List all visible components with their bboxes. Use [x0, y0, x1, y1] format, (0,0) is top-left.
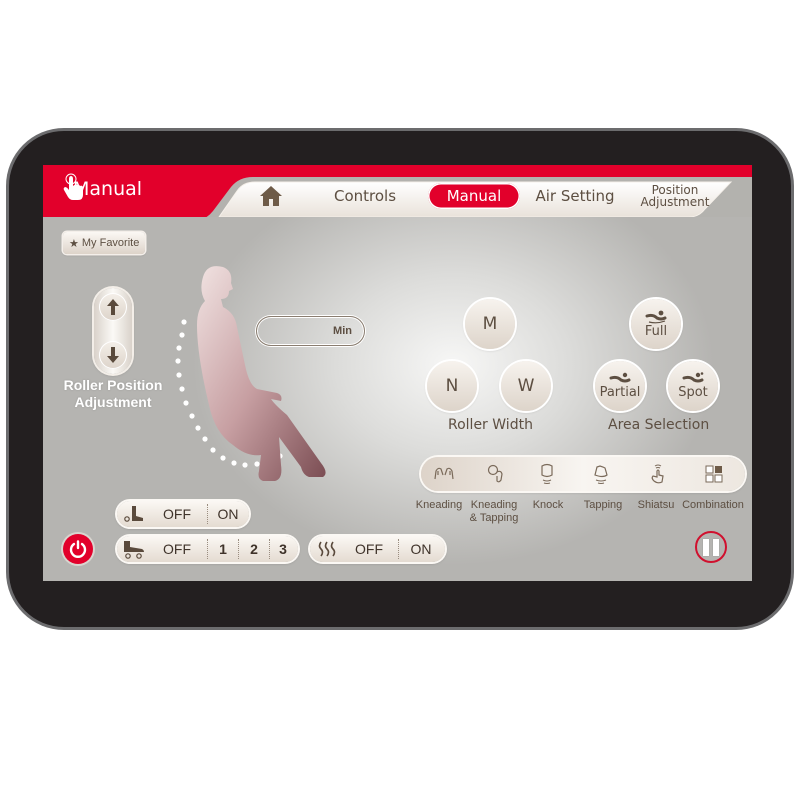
star-icon: ★: [69, 237, 79, 250]
pause-button[interactable]: [695, 531, 727, 563]
roller-width-label: Roller Width: [448, 417, 533, 433]
foot-roller-icon: [121, 538, 147, 560]
home-button[interactable]: [259, 185, 283, 207]
partial-body-icon: [609, 372, 631, 383]
hand-touch-icon: [63, 173, 83, 200]
page-title: Manual: [63, 173, 142, 205]
calf-roller-off[interactable]: OFF: [147, 504, 207, 524]
tapping-hand-icon: [594, 465, 608, 484]
heat-off[interactable]: OFF: [340, 539, 398, 559]
heat-on[interactable]: ON: [399, 539, 443, 559]
body-figure-illustration: [175, 266, 326, 481]
tab-position-label-line2: Adjustment: [640, 195, 710, 209]
technique-tapping-button[interactable]: [588, 462, 614, 486]
area-spot-label: Spot: [678, 385, 708, 400]
roller-position-label-line2: Adjustment: [74, 394, 152, 410]
kneading-hands-icon: [434, 467, 454, 480]
technique-kneading-tapping-label: Kneading & Tapping: [467, 499, 521, 525]
roller-width-m-button[interactable]: M: [465, 299, 515, 349]
screen: Manual Controls Manual Air Setting Posit…: [43, 165, 752, 581]
roller-width-m-label: M: [482, 314, 498, 334]
roller-width-w-label: W: [517, 376, 535, 396]
finger-press-icon: [651, 464, 664, 484]
roller-width-n-button[interactable]: N: [427, 361, 477, 411]
calf-roller-toggle: OFF ON: [117, 501, 249, 527]
calf-boot-icon: [121, 503, 147, 525]
tab-air-setting[interactable]: Air Setting: [533, 183, 617, 209]
tab-position-adjustment[interactable]: Position Adjustment: [630, 183, 720, 209]
spot-body-icon: [682, 372, 704, 383]
technique-combination-label: Combination: [682, 499, 744, 511]
tab-air-setting-label: Air Setting: [535, 187, 615, 205]
technique-shiatsu-button[interactable]: [645, 462, 671, 486]
my-favorite-button[interactable]: ★ My Favorite: [63, 232, 146, 254]
area-full-label: Full: [644, 324, 668, 339]
technique-kneading-button[interactable]: [431, 462, 457, 486]
area-full-button[interactable]: Full: [631, 299, 681, 349]
my-favorite-label: My Favorite: [81, 237, 140, 249]
area-partial-label: Partial: [599, 385, 641, 400]
foot-roller-level-3[interactable]: 3: [270, 539, 296, 559]
top-bar: Manual Controls Manual Air Setting Posit…: [43, 165, 752, 217]
tab-controls-label: Controls: [333, 187, 397, 205]
roller-position-control: [94, 288, 132, 374]
technique-knock-label: Knock: [532, 499, 564, 511]
area-partial-button[interactable]: Partial: [595, 361, 645, 411]
foot-roller-level-1[interactable]: 1: [208, 539, 238, 559]
technique-knock-button[interactable]: [534, 462, 560, 486]
heat-toggle: OFF ON: [310, 536, 445, 562]
area-selection-label: Area Selection: [608, 417, 710, 433]
roller-position-label: Roller Position Adjustment: [53, 377, 173, 411]
pause-icon-bar: [703, 538, 709, 556]
roller-down-button[interactable]: [99, 341, 127, 369]
timer-display: Min: [256, 316, 365, 346]
kneading-tapping-icon: [487, 464, 503, 483]
technique-kneading-label: Kneading: [415, 499, 463, 511]
technique-kneading-tapping-line1: Kneading: [470, 499, 518, 511]
technique-tapping-label: Tapping: [583, 499, 623, 511]
foot-roller-level-2[interactable]: 2: [239, 539, 269, 559]
tab-controls[interactable]: Controls: [325, 183, 405, 209]
tab-manual[interactable]: Manual: [428, 183, 520, 209]
foot-roller-selector: OFF 1 2 3: [117, 536, 298, 562]
massage-technique-bar: [421, 457, 745, 491]
arrow-up-icon: [107, 299, 119, 315]
calf-roller-on[interactable]: ON: [208, 504, 248, 524]
home-icon: [260, 186, 282, 206]
timer-unit: Min: [333, 325, 352, 337]
foot-roller-off[interactable]: OFF: [147, 539, 207, 559]
tab-manual-label: Manual: [446, 187, 502, 205]
roller-position-label-line1: Roller Position: [63, 377, 163, 393]
roller-width-n-label: N: [445, 376, 459, 396]
heat-icon: [314, 538, 340, 560]
roller-width-w-button[interactable]: W: [501, 361, 551, 411]
technique-kneading-tapping-line2: & Tapping: [469, 512, 519, 524]
arrow-down-icon: [107, 347, 119, 363]
technique-kneading-tapping-button[interactable]: [483, 462, 509, 486]
area-spot-button[interactable]: Spot: [668, 361, 718, 411]
grid-combination-icon: [705, 465, 723, 483]
technique-shiatsu-label: Shiatsu: [637, 499, 675, 511]
technique-combination-button[interactable]: [701, 462, 727, 486]
roller-up-button[interactable]: [99, 293, 127, 321]
power-button[interactable]: [63, 534, 93, 564]
pause-icon-bar: [713, 538, 719, 556]
fist-knock-icon: [541, 463, 553, 484]
full-body-recline-icon: [645, 310, 667, 324]
power-icon: [69, 540, 87, 558]
